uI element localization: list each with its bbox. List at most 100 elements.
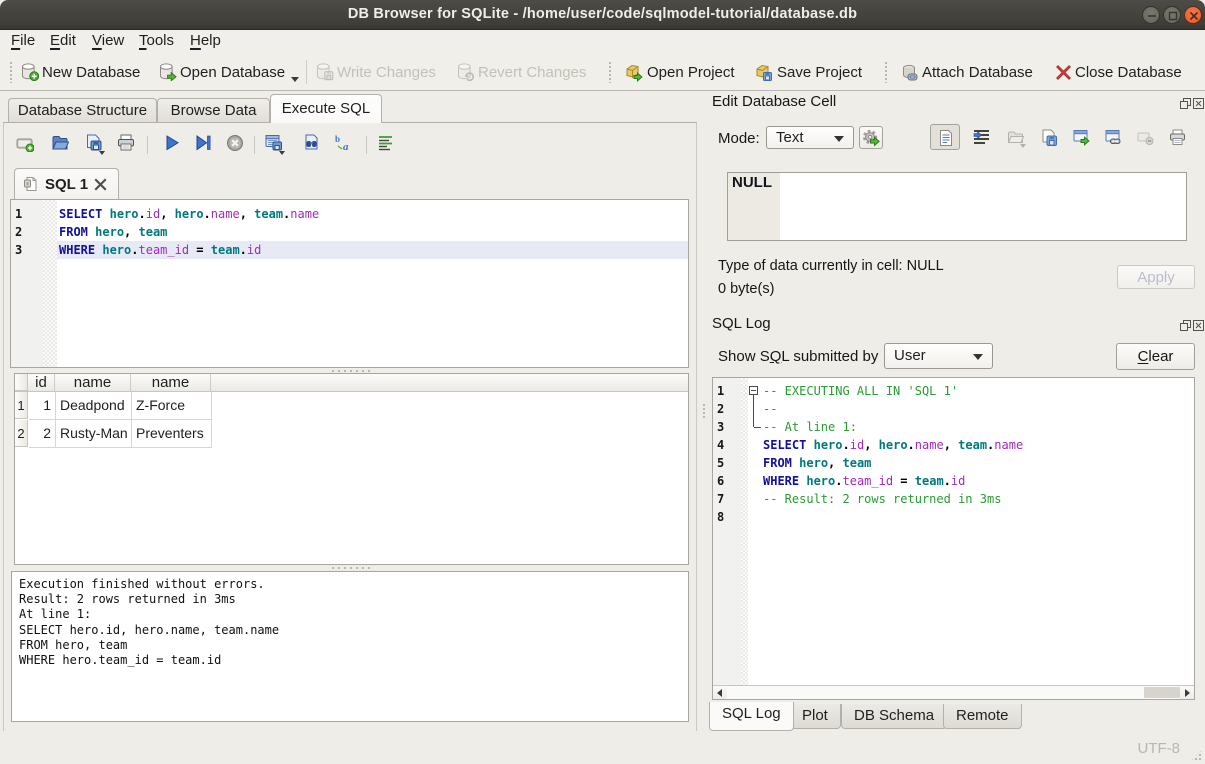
link-icon <box>1105 129 1122 146</box>
cell-type-info: Type of data currently in cell: NULL <box>718 258 944 274</box>
resize-grip[interactable] <box>1190 749 1203 762</box>
maximize-button[interactable] <box>1163 6 1181 24</box>
edit-cell-float-icon[interactable] <box>1180 96 1192 108</box>
splitter-results-message[interactable] <box>10 565 689 570</box>
close-database-button[interactable]: Close Database <box>1055 53 1182 91</box>
menu-file[interactable]: File <box>4 30 42 53</box>
tab-database-structure[interactable]: Database Structure <box>8 98 157 123</box>
word-wrap-button[interactable] <box>966 124 996 150</box>
text-document-icon <box>938 130 954 146</box>
close-database-label: Close Database <box>1075 64 1182 81</box>
export-icon <box>1073 129 1090 146</box>
results-cell[interactable]: 1 <box>29 392 56 420</box>
apply-button[interactable]: Apply <box>1117 265 1195 289</box>
results-cell[interactable]: Preventers <box>132 420 212 448</box>
sql-log-view[interactable]: 12345678 -- EXECUTING ALL IN 'SQL 1'----… <box>712 377 1195 700</box>
menu-view[interactable]: View <box>85 30 131 53</box>
save-sql-file-button[interactable] <box>85 134 107 156</box>
scroll-right-arrow[interactable] <box>1185 689 1190 697</box>
results-column-header[interactable]: id <box>28 374 55 392</box>
main-tab-bar: Database Structure Browse Data Execute S… <box>0 91 1205 123</box>
results-column-header[interactable]: name <box>55 374 131 392</box>
fold-collapse-icon[interactable] <box>749 386 758 395</box>
print-sql-button[interactable] <box>117 134 139 156</box>
export-results-icon <box>265 134 283 152</box>
mode-combobox[interactable]: Text <box>766 126 854 149</box>
cell-size-info: 0 byte(s) <box>718 281 774 297</box>
attach-database-button[interactable]: Attach Database <box>900 53 1033 91</box>
toolbar-handle[interactable] <box>9 61 14 83</box>
results-row-header[interactable]: 2 <box>15 420 28 447</box>
text-mode-button[interactable] <box>930 124 960 150</box>
import-text-button[interactable] <box>859 126 883 149</box>
bottom-tab-remote[interactable]: Remote <box>943 704 1022 729</box>
find-button[interactable] <box>303 134 325 156</box>
close-button[interactable] <box>1184 6 1202 24</box>
new-database-button[interactable]: New Database <box>21 53 140 91</box>
stop-button[interactable] <box>226 134 248 156</box>
tab-execute-sql[interactable]: Execute SQL <box>270 94 382 123</box>
minimize-icon <box>1146 10 1158 22</box>
tab-browse-data[interactable]: Browse Data <box>157 98 270 123</box>
print-cell-button[interactable] <box>1162 124 1192 150</box>
toolbar-handle-3[interactable] <box>884 61 889 83</box>
scroll-left-arrow[interactable] <box>717 689 722 697</box>
write-changes-label: Write Changes <box>337 64 436 81</box>
log-filter-combobox[interactable]: User <box>884 343 993 369</box>
stop-icon <box>226 134 244 152</box>
set-null-button[interactable] <box>1130 124 1160 150</box>
mode-combobox-arrow <box>834 136 844 142</box>
log-filter-label: Show SQL submitted by <box>718 348 878 365</box>
open-project-button[interactable]: Open Project <box>625 53 735 91</box>
execute-all-button[interactable] <box>163 134 185 156</box>
results-cell[interactable]: Rusty-Man <box>56 420 132 448</box>
menu-tools[interactable]: Tools <box>132 30 181 53</box>
close-database-icon <box>1055 64 1072 81</box>
save-as-button[interactable] <box>1033 124 1063 150</box>
set-null-icon <box>1137 129 1154 146</box>
results-column-header[interactable]: name <box>131 374 211 392</box>
export-results-button[interactable] <box>265 134 287 156</box>
copy-link-button[interactable] <box>1098 124 1128 150</box>
format-sql-button[interactable] <box>377 134 399 156</box>
menu-edit[interactable]: Edit <box>43 30 83 53</box>
open-in-cell-button[interactable] <box>1000 124 1030 150</box>
clear-log-button[interactable]: Clear <box>1116 343 1195 370</box>
revert-changes-label: Revert Changes <box>478 64 586 81</box>
attach-database-icon <box>900 63 919 82</box>
bottom-tab-plot[interactable]: Plot <box>789 704 841 729</box>
scrollbar-thumb[interactable] <box>1144 687 1180 698</box>
write-changes-button[interactable]: Write Changes <box>316 53 436 91</box>
results-cell[interactable]: Z-Force <box>132 392 212 420</box>
sql-file-tab-label: SQL 1 <box>45 176 88 193</box>
results-header-row: idnamename <box>15 374 688 392</box>
open-database-dropdown-arrow[interactable] <box>291 77 299 82</box>
menu-help[interactable]: Help <box>183 30 228 53</box>
results-cell[interactable]: 2 <box>29 420 56 448</box>
export-cell-button[interactable] <box>1066 124 1096 150</box>
new-sql-tab-button[interactable] <box>16 134 38 156</box>
minimize-button[interactable] <box>1142 6 1160 24</box>
editor-code-area[interactable]: SELECT hero.id, hero.name, team.nameFROM… <box>57 200 688 367</box>
open-sql-file-button[interactable] <box>51 134 73 156</box>
bottom-tab-sql-log[interactable]: SQL Log <box>709 702 794 731</box>
replace-case-button[interactable]: ba <box>335 134 357 156</box>
log-horizontal-scrollbar[interactable] <box>713 685 1194 699</box>
sql-log-close-icon[interactable] <box>1193 318 1205 330</box>
sql-editor[interactable]: 123 SELECT hero.id, hero.name, team.name… <box>10 199 689 368</box>
save-project-button[interactable]: Save Project <box>755 53 862 91</box>
splitter-main-vertical[interactable] <box>703 403 705 419</box>
results-cell[interactable]: Deadpond <box>56 392 132 420</box>
execute-line-button[interactable] <box>194 134 216 156</box>
open-database-button[interactable]: Open Database <box>159 53 285 91</box>
cell-value-editor[interactable]: NULL <box>727 172 1187 241</box>
revert-changes-button[interactable]: Revert Changes <box>457 53 586 91</box>
save-project-label: Save Project <box>777 64 862 81</box>
edit-cell-close-icon[interactable] <box>1193 96 1205 108</box>
bottom-tab-db-schema[interactable]: DB Schema <box>841 704 947 729</box>
toolbar-handle-2[interactable] <box>608 61 613 83</box>
results-row-header[interactable]: 1 <box>15 392 28 419</box>
sql-tab-close-icon[interactable] <box>94 178 107 191</box>
sql-log-float-icon[interactable] <box>1180 318 1192 330</box>
sql-file-tab[interactable]: SQL 1 <box>14 168 119 199</box>
